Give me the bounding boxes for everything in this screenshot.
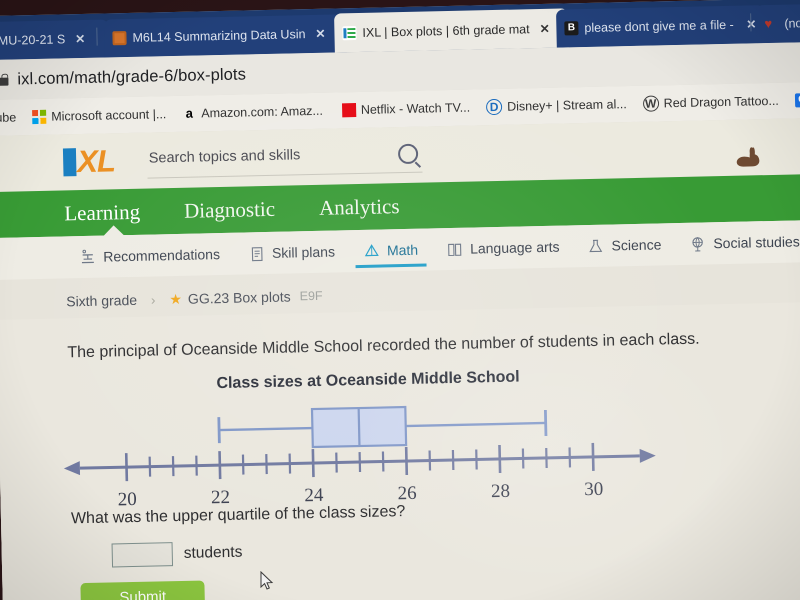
question-prompt: The principal of Oceanside Middle School…: [67, 330, 700, 362]
photo-of-screen: aAMU-20-21 S ✕ M6L14 Summarizing Data Us…: [0, 0, 800, 600]
lock-icon: [0, 73, 10, 87]
svg-text:30: 30: [584, 479, 603, 500]
tab-title: M6L14 Summarizing Data Usin: [132, 27, 306, 45]
browser-tab[interactable]: B please dont give me a file - Br ✕: [555, 5, 765, 48]
star-icon: ★: [169, 290, 183, 307]
bookmark-item[interactable]: a Amazon.com: Amaz...: [182, 104, 323, 121]
breadcrumb-skill: GG.23 Box plots: [187, 288, 291, 307]
chevron-right-icon: ›: [150, 291, 156, 308]
svg-text:22: 22: [211, 487, 230, 508]
browser-tab[interactable]: aAMU-20-21 S ✕: [0, 19, 109, 61]
subnav-item-science[interactable]: Science: [573, 223, 676, 267]
chart-title: Class sizes at Oceanside Middle School: [216, 368, 520, 393]
nav-item-diagnostic[interactable]: Diagnostic: [162, 196, 297, 224]
search-input[interactable]: Search topics and skills: [146, 137, 423, 179]
amazon-icon: a: [185, 105, 194, 121]
subnav-label: Skill plans: [271, 243, 336, 261]
tab-title: (no: [784, 16, 800, 31]
browser-tab-active[interactable]: IXL | Box plots | 6th grade mat ✕: [334, 8, 569, 53]
tab-title: aAMU-20-21 S: [0, 32, 66, 49]
box-plot-chart: 20 22 24 26 28 30: [63, 405, 656, 510]
classroom-icon: C: [794, 93, 800, 108]
bookmark-label: Microsoft account |...: [51, 107, 167, 124]
tab-close-icon[interactable]: ✕: [315, 27, 325, 41]
browser-window: aAMU-20-21 S ✕ M6L14 Summarizing Data Us…: [0, 0, 800, 600]
rabbit-avatar[interactable]: [733, 145, 765, 168]
recommendations-icon: [81, 249, 94, 263]
logo-text: XL: [76, 143, 116, 180]
nav-item-learning[interactable]: Learning: [42, 199, 162, 227]
search-placeholder: Search topics and skills: [148, 146, 301, 167]
bookmark-item[interactable]: Netflix - Watch TV...: [339, 100, 471, 118]
bookmark-item[interactable]: Microsoft account |...: [32, 107, 167, 125]
brainly-icon: B: [564, 21, 579, 36]
tab-close-icon[interactable]: ✕: [539, 21, 549, 35]
nav-item-analytics[interactable]: Analytics: [297, 193, 422, 221]
subnav-label: Science: [611, 236, 662, 254]
bookmark-label: Tube: [0, 110, 17, 126]
svg-text:24: 24: [304, 485, 324, 506]
page-content: XL Search topics and skills Learning Dia…: [0, 118, 800, 600]
bookmark-item[interactable]: W Red Dragon Tattoo...: [642, 93, 779, 112]
subnav-label: Language arts: [469, 238, 560, 257]
question-sheet: The principal of Oceanside Middle School…: [0, 301, 800, 600]
subnav-label: Social studies: [713, 233, 800, 252]
svg-text:20: 20: [118, 489, 137, 510]
subnav-label: Math: [386, 241, 419, 259]
wordpress-icon: W: [642, 95, 659, 112]
axis-ticks: [124, 442, 595, 482]
submit-button[interactable]: Submit: [80, 580, 206, 600]
box-and-whisker: [217, 405, 548, 449]
answer-row: students: [111, 541, 243, 568]
subnav-item-math[interactable]: Math: [349, 228, 433, 272]
bookmark-label: Disney+ | Stream al...: [506, 97, 627, 114]
tab-close-icon[interactable]: ✕: [75, 32, 85, 46]
breadcrumb-grade[interactable]: Sixth grade: [66, 292, 137, 310]
url-text: ixl.com/math/grade-6/box-plots: [17, 64, 247, 88]
document-icon: [112, 31, 127, 46]
skill-plans-icon: [251, 246, 263, 261]
answer-unit-label: students: [183, 543, 243, 562]
bookmark-item[interactable]: C Cl: [794, 93, 800, 108]
subnav-item-language-arts[interactable]: Language arts: [432, 225, 574, 270]
microsoft-icon: [32, 109, 47, 125]
tab-title: IXL | Box plots | 6th grade mat: [362, 21, 530, 40]
skill-code: E9F: [299, 288, 323, 304]
netflix-icon: [341, 103, 357, 118]
subnav-item-recommendations[interactable]: Recommendations: [65, 233, 235, 279]
browser-tab[interactable]: ♥ (no: [755, 3, 800, 44]
search-icon[interactable]: [397, 143, 418, 164]
bookmark-label: Red Dragon Tattoo...: [663, 93, 779, 111]
browser-tab[interactable]: M6L14 Summarizing Data Usin ✕: [104, 14, 347, 58]
language-arts-icon: [447, 243, 462, 256]
subnav-label: Recommendations: [103, 246, 221, 265]
disney-icon: D: [485, 98, 503, 116]
bookmark-label: Amazon.com: Amaz...: [201, 103, 324, 121]
svg-text:26: 26: [397, 483, 416, 504]
answer-input[interactable]: [111, 542, 174, 568]
tab-title: please dont give me a file - Br: [584, 17, 737, 36]
science-icon: [589, 239, 603, 252]
subnav-item-skill-plans[interactable]: Skill plans: [234, 230, 350, 274]
ixl-logo[interactable]: XL: [62, 143, 116, 180]
bookmark-label: Netflix - Watch TV...: [360, 100, 471, 117]
subnav-item-social-studies[interactable]: Social studies: [675, 220, 800, 265]
social-studies-icon: [692, 236, 704, 251]
bookmark-item[interactable]: D Disney+ | Stream al...: [485, 96, 627, 116]
svg-text:28: 28: [491, 481, 510, 502]
heart-icon: ♥: [764, 15, 773, 32]
math-icon: [364, 243, 379, 256]
logo-bar-icon: [62, 148, 77, 177]
bookmark-item[interactable]: Tube: [0, 110, 16, 125]
ixl-icon: [342, 25, 357, 40]
